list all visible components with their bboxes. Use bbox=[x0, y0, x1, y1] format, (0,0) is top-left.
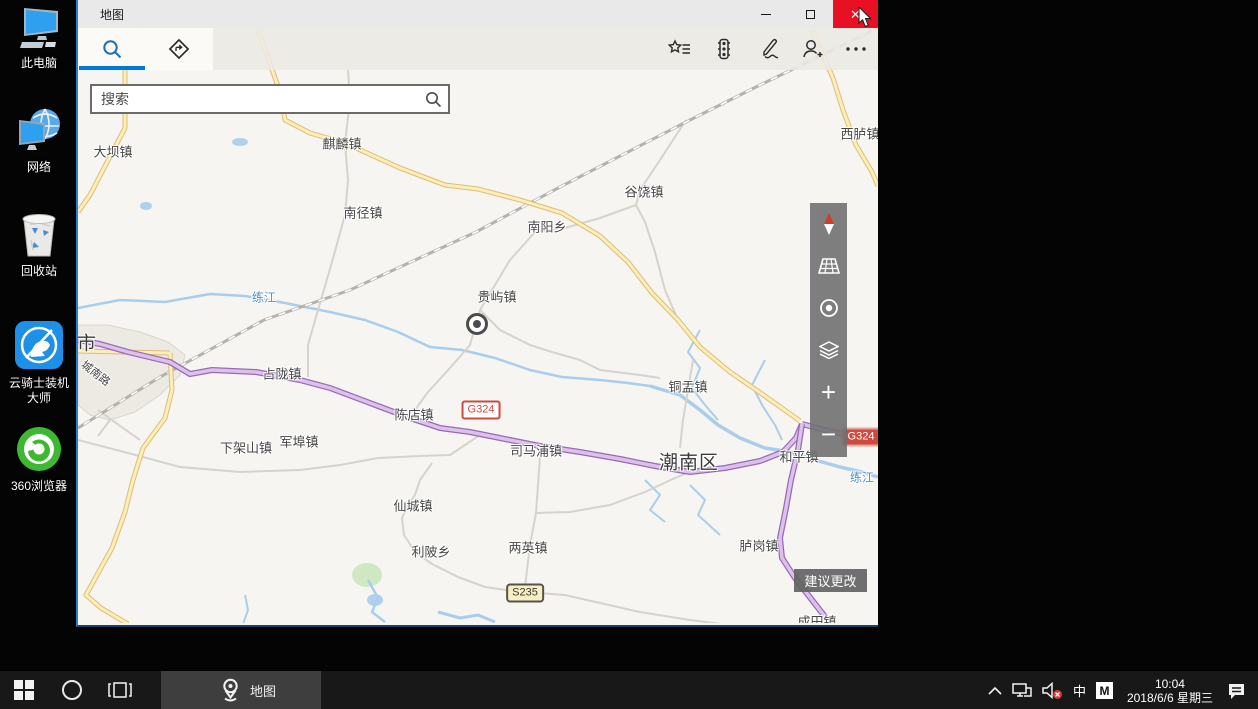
task-view-button[interactable] bbox=[96, 671, 144, 709]
layers-icon[interactable] bbox=[810, 329, 847, 371]
tilt-icon[interactable] bbox=[810, 245, 847, 287]
taskbar: 地图 中 M 10:04 2018/6/6 星期三 bbox=[0, 670, 1258, 709]
task-view-icon bbox=[108, 681, 132, 699]
map-label: 铜盂镇 bbox=[668, 377, 707, 396]
maps-window: 大坝镇麒麟镇南径镇谷饶镇西胪镇南阳乡贵屿镇练江占陇镇陈店镇铜盂镇下架山镇军埠镇司… bbox=[76, 0, 878, 627]
taskbar-clock[interactable]: 10:04 2018/6/6 星期三 bbox=[1118, 677, 1222, 705]
yunqishi-app-icon bbox=[14, 320, 64, 370]
traffic-icon[interactable] bbox=[702, 28, 746, 70]
mouse-cursor bbox=[858, 7, 874, 34]
add-people-icon[interactable] bbox=[790, 28, 834, 70]
minimize-icon bbox=[761, 14, 771, 15]
desktop-screen: 此电脑 网络 回收站 bbox=[0, 0, 1258, 709]
map-location-marker[interactable] bbox=[466, 313, 488, 335]
toolbar-left-panel bbox=[78, 28, 213, 70]
titlebar[interactable]: 地图 ✕ bbox=[78, 0, 878, 28]
maps-pin-icon bbox=[219, 678, 242, 702]
map-label: 下架山镇 bbox=[220, 438, 272, 457]
network-icon bbox=[15, 106, 63, 154]
map-label: 西胪镇 bbox=[840, 124, 878, 143]
minimize-button[interactable] bbox=[743, 0, 788, 28]
360-browser-icon bbox=[15, 425, 63, 473]
road-badge: G324 bbox=[462, 401, 501, 420]
compass-icon[interactable] bbox=[810, 203, 847, 245]
road-badge: S235 bbox=[506, 584, 544, 603]
taskbar-app-label: 地图 bbox=[250, 681, 276, 700]
zoom-out-button[interactable]: − bbox=[810, 413, 847, 455]
desktop-icon-recycle-bin[interactable]: 回收站 bbox=[0, 210, 78, 279]
desktop-icon-this-pc[interactable]: 此电脑 bbox=[0, 6, 78, 71]
desktop-icon-yunqishi[interactable]: 云骑士装机大师 bbox=[0, 320, 78, 406]
toolbar-right-icons bbox=[658, 28, 878, 70]
map-label: 司马浦镇 bbox=[510, 441, 562, 460]
tray-chevron-up-icon[interactable] bbox=[983, 671, 1007, 709]
tray-volume-muted-icon[interactable] bbox=[1037, 671, 1068, 709]
cortana-circle-icon bbox=[61, 679, 83, 701]
map-label: 占陇镇 bbox=[262, 364, 301, 383]
map-label: 练江 bbox=[252, 289, 276, 306]
map-label: 利陂乡 bbox=[411, 542, 450, 561]
search-icon bbox=[102, 39, 122, 59]
tab-search[interactable] bbox=[78, 28, 146, 70]
search-input[interactable] bbox=[92, 91, 418, 107]
map-canvas[interactable]: 大坝镇麒麟镇南径镇谷饶镇西胪镇南阳乡贵屿镇练江占陇镇陈店镇铜盂镇下架山镇军埠镇司… bbox=[78, 28, 878, 623]
road-badge: G324 bbox=[842, 428, 878, 447]
zoom-in-button[interactable]: + bbox=[810, 371, 847, 413]
search-submit-icon[interactable] bbox=[418, 91, 448, 108]
desktop-icon-network[interactable]: 网络 bbox=[0, 106, 78, 175]
desktop-icon-column: 此电脑 网络 回收站 bbox=[0, 0, 78, 670]
desktop-icon-label: 云骑士装机大师 bbox=[7, 376, 71, 406]
maximize-icon bbox=[806, 10, 815, 19]
desktop-icon-label: 网络 bbox=[0, 160, 78, 175]
window-title: 地图 bbox=[100, 6, 124, 23]
map-label: 仙城镇 bbox=[393, 496, 432, 515]
map-controls-panel: + − bbox=[810, 203, 847, 457]
this-pc-icon bbox=[16, 6, 62, 50]
taskbar-app-maps[interactable]: 地图 bbox=[161, 671, 321, 709]
favorites-icon[interactable] bbox=[658, 28, 702, 70]
start-button[interactable] bbox=[0, 671, 48, 709]
more-icon[interactable] bbox=[834, 28, 878, 70]
cortana-button[interactable] bbox=[48, 671, 96, 709]
maps-toolbar bbox=[78, 28, 878, 70]
map-label: 陈店镇 bbox=[394, 405, 433, 424]
map-label: 谷饶镇 bbox=[624, 182, 663, 201]
directions-icon bbox=[168, 38, 190, 60]
suggest-change-button[interactable]: 建议更改 bbox=[794, 569, 867, 592]
tab-directions[interactable] bbox=[146, 28, 214, 70]
map-label: 成田镇 bbox=[797, 612, 836, 624]
maximize-button[interactable] bbox=[788, 0, 833, 28]
tray-network-icon[interactable] bbox=[1007, 671, 1037, 709]
desktop-icon-360-browser[interactable]: 360浏览器 bbox=[0, 425, 78, 494]
map-label: 两英镇 bbox=[508, 538, 547, 557]
tray-ime-indicator[interactable]: 中 bbox=[1068, 671, 1091, 709]
map-label: 胪岗镇 bbox=[739, 536, 778, 555]
tray-m-badge[interactable]: M bbox=[1091, 671, 1118, 709]
desktop-icon-label: 360浏览器 bbox=[0, 479, 78, 494]
map-label: 练江 bbox=[850, 469, 874, 486]
windows-logo-icon bbox=[14, 680, 34, 700]
clock-time: 10:04 bbox=[1127, 677, 1213, 691]
desktop-icon-label: 回收站 bbox=[0, 264, 78, 279]
action-center-icon[interactable] bbox=[1222, 671, 1258, 709]
ink-icon[interactable] bbox=[746, 28, 790, 70]
map-label: 南阳乡 bbox=[527, 217, 566, 236]
map-label: 潮南区 bbox=[659, 448, 719, 475]
system-tray: 中 M 10:04 2018/6/6 星期三 bbox=[983, 671, 1258, 709]
clock-date: 2018/6/6 星期三 bbox=[1127, 691, 1213, 705]
my-location-icon[interactable] bbox=[810, 287, 847, 329]
recycle-bin-icon bbox=[18, 210, 60, 258]
desktop-icon-label: 此电脑 bbox=[0, 56, 78, 71]
map-label: 南径镇 bbox=[343, 203, 382, 222]
map-label: 麒麟镇 bbox=[322, 134, 361, 153]
map-label: 市 bbox=[78, 329, 97, 356]
map-label: 大坝镇 bbox=[93, 142, 132, 161]
map-label: 贵屿镇 bbox=[477, 287, 516, 306]
search-box bbox=[90, 84, 450, 114]
map-label: 军埠镇 bbox=[279, 432, 318, 451]
